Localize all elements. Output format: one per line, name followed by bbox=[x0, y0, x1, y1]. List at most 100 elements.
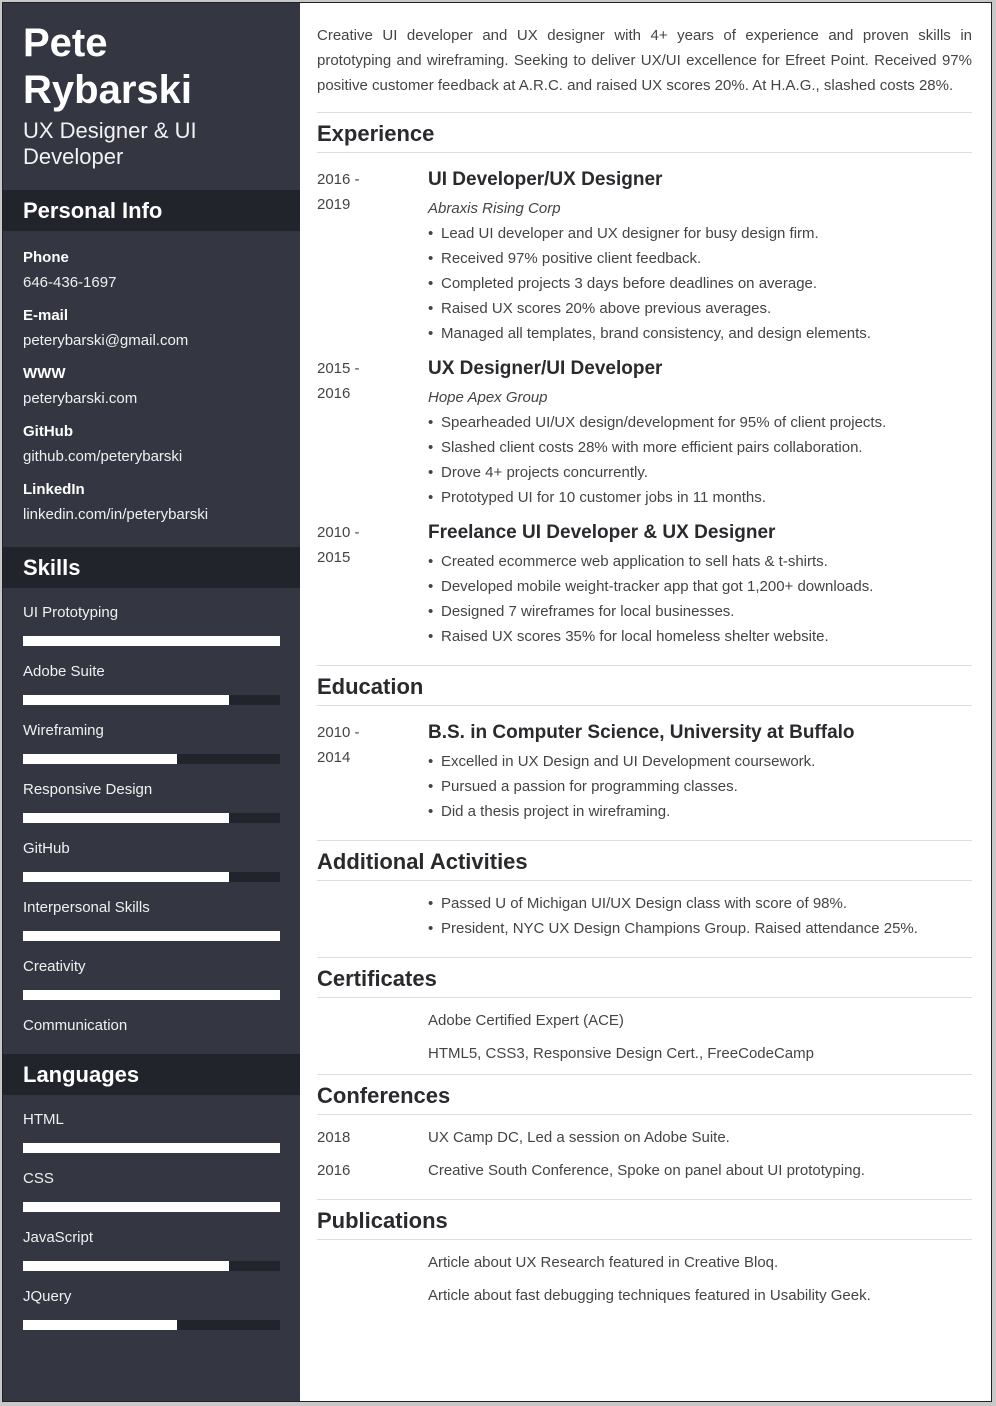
conference-year: 2018 bbox=[317, 1129, 351, 1146]
first-name: Pete bbox=[23, 21, 108, 65]
certificates-heading: Certificates bbox=[317, 957, 972, 998]
bullet-item: Spearheaded UI/UX design/development for… bbox=[428, 410, 972, 435]
skill-level-fill bbox=[23, 1261, 229, 1271]
activities-bullets: Passed U of Michigan UI/UX Design class … bbox=[428, 891, 972, 941]
summary: Creative UI developer and UX designer wi… bbox=[317, 27, 972, 94]
skill-level-bar bbox=[23, 1320, 280, 1330]
bullet-item: Pursued a passion for programming classe… bbox=[428, 774, 972, 799]
entry-dates: 2010 - 2015 bbox=[317, 520, 428, 649]
skill-level-bar bbox=[23, 636, 280, 646]
skill-level-fill bbox=[23, 636, 280, 646]
skill-item: HTML bbox=[23, 1105, 280, 1164]
info-email: E-mail peterybarski@gmail.com bbox=[23, 303, 280, 353]
skill-label: HTML bbox=[23, 1111, 64, 1128]
skill-level-bar bbox=[23, 1143, 280, 1153]
info-www: WWW peterybarski.com bbox=[23, 361, 280, 411]
conference-text: Creative South Conference, Spoke on pane… bbox=[428, 1162, 865, 1179]
bullet-item: Drove 4+ projects concurrently. bbox=[428, 460, 972, 485]
personal-info: Phone 646-436-1697 E-mail peterybarski@g… bbox=[3, 231, 300, 527]
skill-label: Adobe Suite bbox=[23, 663, 105, 680]
info-value[interactable]: github.com/peterybarski bbox=[23, 444, 280, 469]
skill-level-fill bbox=[23, 1143, 280, 1153]
bullet-item: Did a thesis project in wireframing. bbox=[428, 799, 972, 824]
languages-heading: Languages bbox=[3, 1054, 300, 1095]
skill-level-bar bbox=[23, 695, 280, 705]
skill-label: UI Prototyping bbox=[23, 604, 119, 621]
skill-item: Interpersonal Skills bbox=[23, 893, 280, 952]
skill-label: Communication bbox=[23, 1017, 128, 1034]
skill-label: Interpersonal Skills bbox=[23, 899, 150, 916]
info-value[interactable]: peterybarski@gmail.com bbox=[23, 328, 280, 353]
skill-level-fill bbox=[23, 754, 178, 764]
conference-year: 2016 bbox=[317, 1162, 351, 1179]
bullet-item: Completed projects 3 days before deadlin… bbox=[428, 271, 972, 296]
date-end: 2016 bbox=[317, 385, 351, 402]
activities-entry: Passed U of Michigan UI/UX Design class … bbox=[317, 891, 972, 941]
bullet-item: President, NYC UX Design Champions Group… bbox=[428, 916, 972, 941]
conferences-heading: Conferences bbox=[317, 1074, 972, 1115]
entry-dates: 2015 - 2016 bbox=[317, 356, 428, 510]
job-role: UX Designer/UI Developer bbox=[428, 358, 663, 379]
education-entry: 2010 - 2014 B.S. in Computer Science, Univ… bbox=[317, 720, 972, 824]
info-value[interactable]: linkedin.com/in/peterybarski bbox=[23, 502, 280, 527]
skill-level-fill bbox=[23, 813, 229, 823]
skill-item: CSS bbox=[23, 1164, 280, 1223]
entry-body: UI Developer/UX Designer Abraxis Rising C… bbox=[428, 167, 972, 346]
experience-heading: Experience bbox=[317, 112, 972, 153]
info-value: 646-436-1697 bbox=[23, 274, 117, 291]
publications-list: Article about UX Research featured in Cr… bbox=[317, 1250, 972, 1308]
info-label: Phone bbox=[23, 249, 69, 266]
entry-dates: 2010 - 2014 bbox=[317, 720, 428, 824]
skill-item: Wireframing bbox=[23, 716, 280, 775]
date-start: 2010 - bbox=[317, 724, 360, 741]
skill-level-bar bbox=[23, 872, 280, 882]
company-name: Hope Apex Group bbox=[428, 389, 548, 406]
info-linkedin: LinkedIn linkedin.com/in/peterybarski bbox=[23, 477, 280, 527]
skill-level-bar bbox=[23, 1261, 280, 1271]
skill-label: Wireframing bbox=[23, 722, 104, 739]
publications-heading: Publications bbox=[317, 1199, 972, 1240]
info-github: GitHub github.com/peterybarski bbox=[23, 419, 280, 469]
skill-item: Creativity bbox=[23, 952, 280, 1011]
skill-level-bar bbox=[23, 813, 280, 823]
experience-entry: 2010 - 2015 Freelance UI Developer & UX De… bbox=[317, 520, 972, 649]
date-start: 2010 - bbox=[317, 524, 360, 541]
info-phone: Phone 646-436-1697 bbox=[23, 245, 280, 295]
info-value[interactable]: peterybarski.com bbox=[23, 386, 280, 411]
skill-label: JQuery bbox=[23, 1288, 72, 1305]
certificate-item: Adobe Certified Expert (ACE) bbox=[428, 1012, 624, 1029]
resume-page: Pete Rybarski UX Designer & UI Developer… bbox=[2, 2, 992, 1402]
experience-entry: 2015 - 2016 UX Designer/UI Developer Hope A… bbox=[317, 356, 972, 510]
experience-entry: 2016 - 2019 UI Developer/UX Designer Abraxi… bbox=[317, 167, 972, 346]
date-start: 2015 - bbox=[317, 360, 360, 377]
skill-label: Creativity bbox=[23, 958, 86, 975]
bullet-item: Created ecommerce web application to sel… bbox=[428, 549, 972, 574]
company-name: Abraxis Rising Corp bbox=[428, 200, 561, 217]
degree: B.S. in Computer Science, University at … bbox=[428, 722, 855, 743]
skill-level-bar bbox=[23, 990, 280, 1000]
skill-item: JQuery bbox=[23, 1282, 280, 1341]
main-content: Creative UI developer and UX designer wi… bbox=[300, 3, 991, 1401]
skill-item: Communication bbox=[23, 1011, 280, 1041]
info-label: E-mail bbox=[23, 307, 69, 324]
activities-heading: Additional Activities bbox=[317, 840, 972, 881]
conference-text: UX Camp DC, Led a session on Adobe Suite… bbox=[428, 1129, 730, 1146]
bullet-item: Prototyped UI for 10 customer jobs in 11… bbox=[428, 485, 972, 510]
certificate-item: HTML5, CSS3, Responsive Design Cert., Fr… bbox=[428, 1045, 814, 1062]
education-heading: Education bbox=[317, 665, 972, 706]
bullet-item: Managed all templates, brand consistency… bbox=[428, 321, 972, 346]
date-end: 2014 bbox=[317, 749, 351, 766]
bullet-item: Designed 7 wireframes for local business… bbox=[428, 599, 972, 624]
bullet-item: Received 97% positive client feedback. bbox=[428, 246, 972, 271]
entry-body: B.S. in Computer Science, University at … bbox=[428, 720, 972, 824]
entry-bullets: Spearheaded UI/UX design/development for… bbox=[428, 410, 972, 510]
info-label: LinkedIn bbox=[23, 481, 85, 498]
entry-body: Freelance UI Developer & UX Designer Crea… bbox=[428, 520, 972, 649]
skill-item: Responsive Design bbox=[23, 775, 280, 834]
date-end: 2015 bbox=[317, 549, 351, 566]
bullet-item: Slashed client costs 28% with more effic… bbox=[428, 435, 972, 460]
languages-list: HTML CSS JavaScript JQuery bbox=[3, 1095, 300, 1341]
skills-heading: Skills bbox=[3, 547, 300, 588]
candidate-name: Pete Rybarski bbox=[3, 3, 300, 114]
job-role: UI Developer/UX Designer bbox=[428, 169, 663, 190]
